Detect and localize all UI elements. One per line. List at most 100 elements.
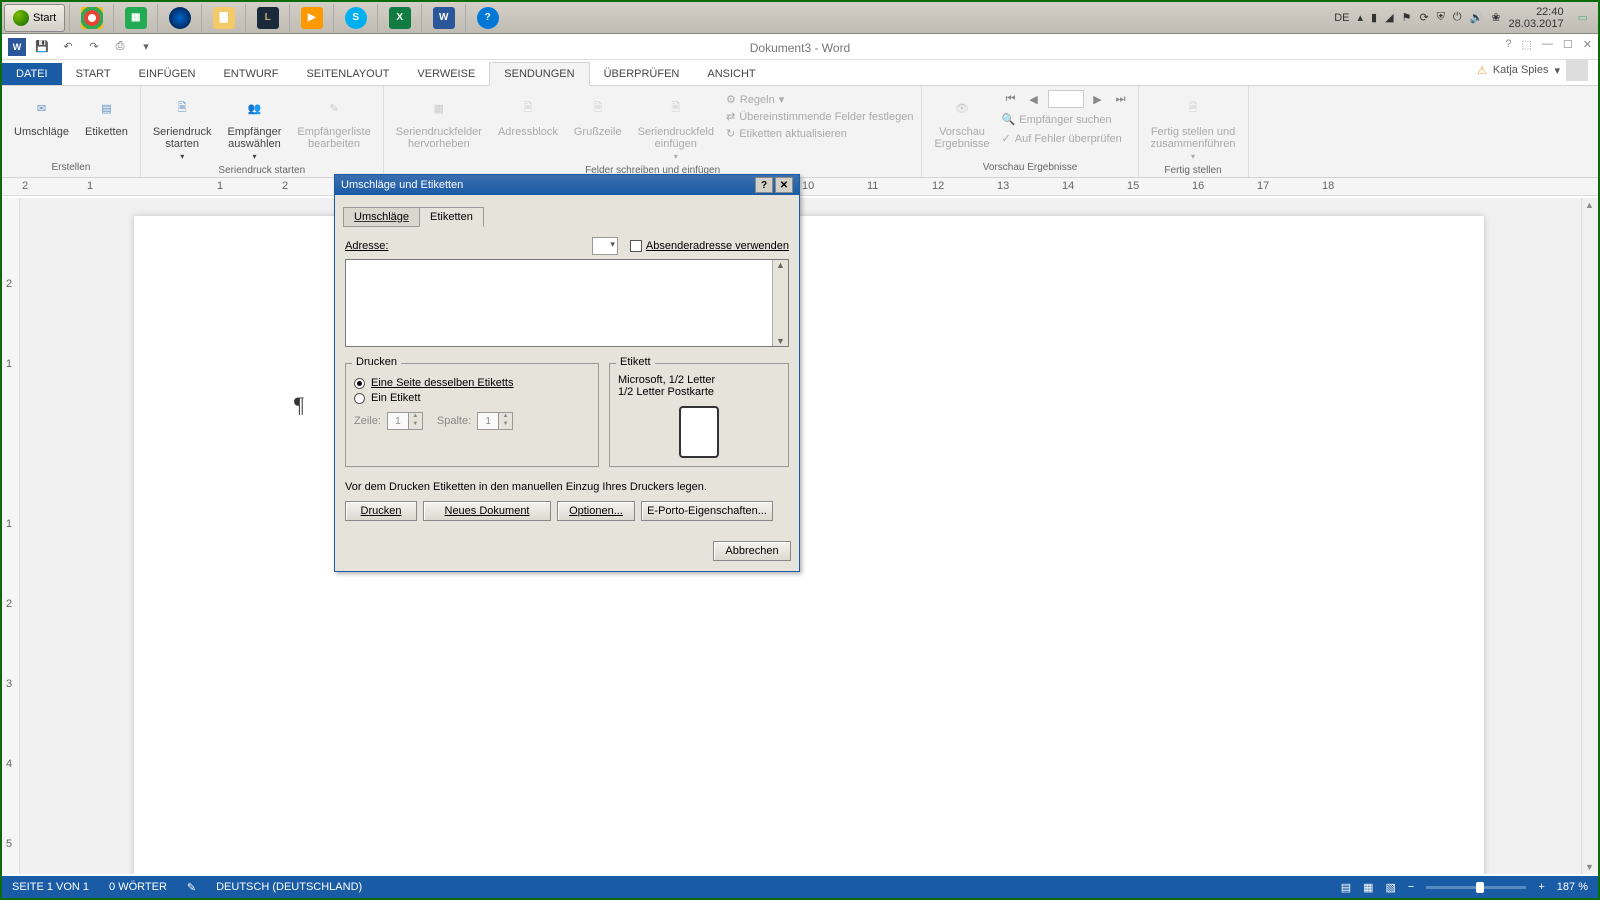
check-errors-button: ✓ Auf Fehler überprüfen [1002, 131, 1130, 146]
preview-icon: 👁 [946, 92, 978, 124]
ribbon-display-icon[interactable]: ⬚ [1522, 38, 1532, 51]
tab-file[interactable]: DATEI [2, 63, 62, 85]
tab-start[interactable]: START [62, 63, 125, 85]
dialog-help-button[interactable]: ? [755, 177, 773, 193]
print-button[interactable]: Drucken [345, 501, 417, 521]
address-textarea[interactable] [345, 259, 789, 347]
tray-clock[interactable]: 22:40 28.03.2017 [1509, 6, 1570, 30]
taskbar-app-word[interactable]: W [421, 4, 465, 32]
user-account[interactable]: ⚠ Katja Spies ▾ [1467, 55, 1598, 85]
select-recipients-button[interactable]: 👥Empfänger auswählen▾ [224, 90, 286, 163]
zoom-slider[interactable] [1426, 886, 1526, 889]
tray-volume-icon[interactable]: 🔊 [1470, 11, 1484, 24]
new-document-button[interactable]: Neues Dokument [423, 501, 551, 521]
eporto-button[interactable]: E-Porto-Eigenschaften... [641, 501, 773, 521]
start-button[interactable]: Start [4, 4, 65, 32]
tray-network-icon[interactable]: ▮ [1371, 11, 1377, 24]
redo-icon[interactable]: ↷ [84, 37, 104, 57]
cancel-button[interactable]: Abbrechen [713, 541, 791, 561]
textarea-scrollbar[interactable] [772, 260, 788, 346]
sender-address-checkbox[interactable] [630, 240, 642, 252]
dialog-close-button[interactable]: ✕ [775, 177, 793, 193]
word-icon: W [433, 7, 455, 29]
spellcheck-icon[interactable]: ✎ [187, 881, 196, 894]
page-viewport[interactable]: ¶ [20, 198, 1598, 874]
ribbon-tabs: DATEI START EINFÜGEN ENTWURF SEITENLAYOU… [2, 60, 1598, 86]
maximize-button[interactable]: ☐ [1563, 38, 1573, 51]
edit-recipients-label: Empfängerliste bearbeiten [297, 126, 370, 150]
tab-references[interactable]: VERWEISE [403, 63, 489, 85]
label-group-title: Etikett [616, 356, 655, 368]
warning-icon: ⚠ [1477, 64, 1487, 77]
radio-full-page[interactable]: Eine Seite desselben Etiketts [354, 377, 590, 389]
taskbar-app-lol[interactable]: L [245, 4, 289, 32]
zoom-level[interactable]: 187 % [1557, 881, 1588, 893]
taskbar-app-explorer[interactable]: ▇ [201, 4, 245, 32]
vertical-ruler[interactable]: 2112345 [2, 198, 20, 874]
taskbar-app-skype[interactable]: S [333, 4, 377, 32]
view-read-icon[interactable]: ▤ [1341, 881, 1351, 894]
taskbar-app-excel[interactable]: X [377, 4, 421, 32]
taskbar-app-player[interactable]: ▶ [289, 4, 333, 32]
tray-power-icon[interactable]: ⏻ [1453, 11, 1462, 24]
check-errors-label: Auf Fehler überprüfen [1015, 133, 1122, 145]
rules-icon: ⚙ [726, 93, 736, 106]
language-indicator[interactable]: DEUTSCH (DEUTSCHLAND) [216, 881, 362, 893]
word-count[interactable]: 0 WÖRTER [109, 881, 167, 893]
tab-insert[interactable]: EINFÜGEN [125, 63, 210, 85]
chrome-icon [81, 7, 103, 29]
check-icon: ✓ [1002, 132, 1011, 145]
dropdown-icon: ▾ [674, 152, 678, 161]
page-indicator[interactable]: SEITE 1 VON 1 [12, 881, 89, 893]
help-button[interactable]: ? [1505, 38, 1511, 51]
spin-down-icon: ▼ [499, 421, 512, 429]
zoom-out-icon[interactable]: − [1408, 881, 1414, 893]
tray-clover-icon[interactable]: ❀ [1491, 11, 1500, 24]
word-app-icon: W [8, 38, 26, 56]
envelopes-button[interactable]: ✉Umschläge [10, 90, 73, 140]
tab-view[interactable]: ANSICHT [693, 63, 769, 85]
options-button[interactable]: Optionen... [557, 501, 635, 521]
taskbar-app-help[interactable]: ? [465, 4, 509, 32]
preview-results-label: Vorschau Ergebnisse [934, 126, 989, 150]
monitor-icon: ▦ [125, 7, 147, 29]
next-record-icon: ▶ [1089, 90, 1107, 108]
document-area: 2112345 ¶ [2, 198, 1598, 874]
qat-dropdown-icon[interactable]: ▾ [136, 37, 156, 57]
label-groupbox[interactable]: Etikett Microsoft, 1/2 Letter 1/2 Letter… [609, 363, 789, 467]
close-button[interactable]: ✕ [1583, 38, 1592, 51]
tab-layout[interactable]: SEITENLAYOUT [292, 63, 403, 85]
tray-signal-icon[interactable]: ◢ [1385, 11, 1393, 24]
tray-sync-icon[interactable]: ⟳ [1419, 11, 1428, 24]
greeting-line-label: Grußzeile [574, 126, 622, 138]
quick-print-icon[interactable]: ⎙ [110, 37, 130, 57]
radio-single-label[interactable]: Ein Etikett [354, 392, 590, 404]
minimize-button[interactable]: — [1542, 38, 1553, 51]
tray-desktop-icon[interactable]: ▭ [1578, 11, 1588, 24]
view-print-icon[interactable]: ▦ [1363, 881, 1373, 894]
undo-icon[interactable]: ↶ [58, 37, 78, 57]
rules-label: Regeln [740, 94, 775, 106]
tab-review[interactable]: ÜBERPRÜFEN [590, 63, 694, 85]
save-icon[interactable]: 💾 [32, 37, 52, 57]
vertical-scrollbar[interactable] [1581, 198, 1598, 874]
view-web-icon[interactable]: ▧ [1386, 881, 1396, 894]
taskbar-app-media[interactable] [157, 4, 201, 32]
tray-flag-icon[interactable]: ⚑ [1402, 11, 1412, 24]
address-book-dropdown[interactable] [592, 237, 618, 255]
horizontal-ruler[interactable]: 21123456789101112131415161718 [2, 178, 1598, 196]
taskbar-app-chrome[interactable] [69, 4, 113, 32]
dialog-titlebar[interactable]: Umschläge und Etiketten ? ✕ [335, 175, 799, 195]
tray-shield-icon[interactable]: ⛨ [1437, 11, 1445, 24]
start-mailmerge-button[interactable]: 🗎Seriendruck starten▾ [149, 90, 216, 163]
lang-indicator[interactable]: DE [1334, 12, 1349, 24]
labels-button[interactable]: ▤Etiketten [81, 90, 132, 140]
tab-design[interactable]: ENTWURF [209, 63, 292, 85]
find-recipient-button: 🔍Empfänger suchen [1002, 112, 1130, 127]
tab-labels-dialog[interactable]: Etiketten [419, 207, 484, 227]
tray-up-icon[interactable]: ▴ [1358, 11, 1364, 24]
taskbar-app-monitor[interactable]: ▦ [113, 4, 157, 32]
tab-envelopes[interactable]: Umschläge [343, 207, 420, 227]
zoom-in-icon[interactable]: + [1538, 881, 1544, 893]
tab-mailings[interactable]: SENDUNGEN [489, 62, 589, 86]
